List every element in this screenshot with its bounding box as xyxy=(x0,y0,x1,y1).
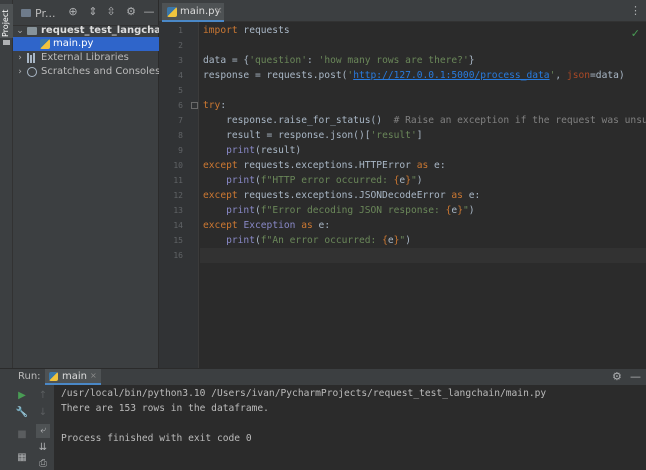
line-number: 2 xyxy=(178,41,183,50)
code-line: print(result) xyxy=(226,145,302,156)
scroll-to-end-icon[interactable]: ⇊ xyxy=(36,441,50,455)
project-tool-tab[interactable]: Project xyxy=(0,4,13,38)
layout-icon[interactable]: ▦ xyxy=(15,451,29,465)
collapse-all-icon[interactable]: ⇳ xyxy=(105,6,117,18)
structure-icon[interactable] xyxy=(3,40,10,45)
run-tab-main[interactable]: main × xyxy=(45,369,101,385)
code-area[interactable]: import requests data = {'question': 'how… xyxy=(200,22,646,368)
up-arrow-icon[interactable]: ↑ xyxy=(36,389,50,403)
tool-window-strip: Project xyxy=(0,0,13,368)
chevron-right-icon[interactable]: › xyxy=(16,51,24,65)
tab-label: main xyxy=(62,371,87,382)
line-number-gutter: 1 2 3 4 5 6 7 8 9 10 11 12 13 14 15 16 xyxy=(159,22,199,368)
code-line: result = response.json()['result'] xyxy=(203,130,423,141)
code-line: except requests.exceptions.HTTPError as … xyxy=(203,160,446,171)
run-console[interactable]: /usr/local/bin/python3.10 /Users/ivan/Py… xyxy=(54,385,646,470)
folder-icon xyxy=(27,27,37,35)
tab-main-py[interactable]: main.py × xyxy=(162,3,224,22)
run-panel-title: Run: xyxy=(18,371,41,382)
python-file-icon xyxy=(49,372,58,381)
tree-item-label: main.py xyxy=(53,38,94,49)
code-line: print(f"Error decoding JSON response: {e… xyxy=(226,205,475,216)
line-number: 5 xyxy=(178,86,183,95)
tree-item-main-py[interactable]: main.py xyxy=(13,37,159,51)
line-number: 3 xyxy=(178,56,183,65)
project-panel-title[interactable]: Pr... xyxy=(35,7,55,20)
console-line: /usr/local/bin/python3.10 /Users/ivan/Py… xyxy=(61,388,547,399)
fold-marker-icon[interactable] xyxy=(191,102,198,109)
print-icon[interactable]: ⎙ xyxy=(36,457,50,470)
tree-item-scratches[interactable]: › Scratches and Consoles xyxy=(13,65,161,79)
chevron-down-icon[interactable]: ⌄ xyxy=(16,24,24,38)
tree-item-suffix: ~ xyxy=(150,25,159,36)
run-icon[interactable]: ▶ xyxy=(15,389,29,403)
gear-icon[interactable]: ⚙ xyxy=(125,6,137,18)
code-line: print(f"An error occurred: {e}") xyxy=(226,235,411,246)
console-line: There are 153 rows in the dataframe. xyxy=(61,403,269,414)
code-line: response = requests.post('http://127.0.0… xyxy=(203,70,625,81)
down-arrow-icon[interactable]: ↓ xyxy=(36,406,50,420)
tree-item-external-libraries[interactable]: › External Libraries xyxy=(13,51,159,65)
stop-icon[interactable]: ■ xyxy=(15,428,29,442)
line-number: 14 xyxy=(173,221,183,230)
console-line: Process finished with exit code 0 xyxy=(61,433,252,444)
line-number: 7 xyxy=(178,116,183,125)
code-line: except Exception as e: xyxy=(203,220,331,231)
tree-item-project-root[interactable]: ⌄ request_test_langchain ~ xyxy=(13,24,171,38)
code-line: print(f"HTTP error occurred: {e}") xyxy=(226,175,423,186)
line-number: 6 xyxy=(178,101,183,110)
expand-all-icon[interactable]: ⇕ xyxy=(87,6,99,18)
line-number: 13 xyxy=(173,206,183,215)
python-file-icon xyxy=(167,7,177,17)
scratches-icon xyxy=(27,67,37,77)
line-number: 8 xyxy=(178,131,183,140)
soft-wrap-icon[interactable]: ⤶ xyxy=(36,424,50,438)
current-line xyxy=(200,248,646,263)
project-tool-tab-label: Project xyxy=(1,9,10,37)
run-toolbar: ▶ ↑ 🔧 ↓ ■ ⤶ ⇊ ▦ ⎙ xyxy=(12,385,54,470)
python-file-icon xyxy=(40,39,50,49)
project-panel: Pr... ⊕ ⇕ ⇳ ⚙ — ⌄ request_test_langchain… xyxy=(13,0,172,368)
line-number: 11 xyxy=(173,176,183,185)
url-link[interactable]: http://127.0.0.1:5000/process_data xyxy=(353,70,549,81)
run-panel: Run: main × ⚙ — ▶ ↑ 🔧 ↓ ■ ⤶ ⇊ ▦ ⎙ /usr/l… xyxy=(0,368,646,470)
chevron-right-icon[interactable]: › xyxy=(16,65,24,79)
target-icon[interactable]: ⊕ xyxy=(67,6,79,18)
minimize-icon[interactable]: — xyxy=(143,6,155,18)
code-line: except requests.exceptions.JSONDecodeErr… xyxy=(203,190,481,201)
editor: main.py × ⋮ 1 2 3 4 5 6 7 8 9 10 11 12 1… xyxy=(159,0,646,368)
line-number: 12 xyxy=(173,191,183,200)
line-number: 10 xyxy=(173,161,183,170)
tree-item-label: External Libraries xyxy=(41,52,129,63)
code-line: try: xyxy=(203,100,227,111)
tree-item-label: Scratches and Consoles xyxy=(41,66,161,77)
project-panel-header: Pr... ⊕ ⇕ ⇳ ⚙ — xyxy=(13,0,159,26)
editor-tab-bar: main.py × ⋮ xyxy=(159,0,646,22)
line-number: 1 xyxy=(178,26,183,35)
code-line: data = {'question': 'how many rows are t… xyxy=(203,55,475,66)
library-icon xyxy=(27,53,37,63)
line-number: 4 xyxy=(178,71,183,80)
close-icon[interactable]: × xyxy=(90,371,97,380)
code-line: import requests xyxy=(203,25,290,36)
line-number: 15 xyxy=(173,236,183,245)
more-icon[interactable]: ⋮ xyxy=(630,4,641,17)
code-line: response.raise_for_status() # Raise an e… xyxy=(203,115,646,126)
wrench-icon[interactable]: 🔧 xyxy=(15,406,29,420)
inspection-ok-icon[interactable]: ✓ xyxy=(631,27,640,40)
line-number: 16 xyxy=(173,251,183,260)
folder-icon xyxy=(21,9,31,17)
gear-icon[interactable]: ⚙ xyxy=(612,370,622,383)
line-number: 9 xyxy=(178,146,183,155)
minimize-icon[interactable]: — xyxy=(630,370,641,383)
close-icon[interactable]: × xyxy=(215,6,223,16)
run-panel-header: Run: main × ⚙ — xyxy=(0,369,646,385)
